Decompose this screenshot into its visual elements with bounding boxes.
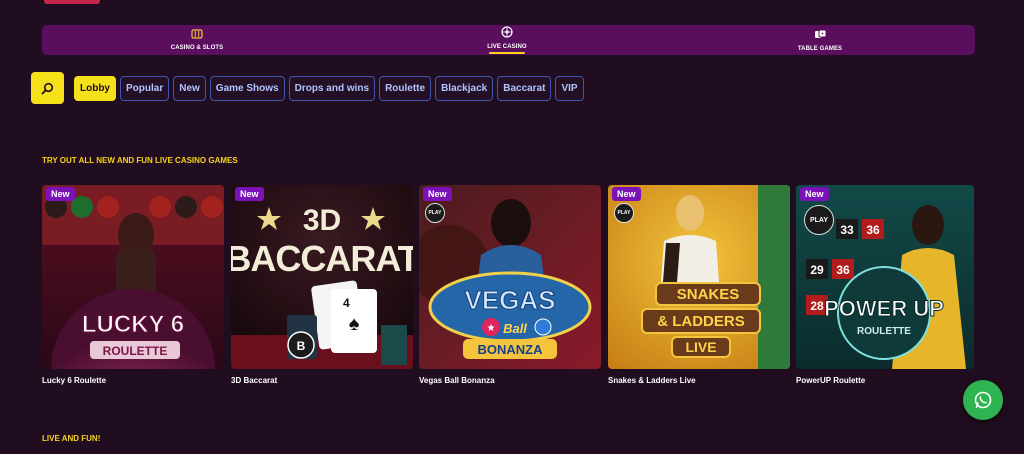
svg-text:POWER UP: POWER UP — [824, 296, 944, 321]
svg-text:BONANZA: BONANZA — [478, 342, 544, 357]
svg-text:36: 36 — [866, 223, 880, 237]
game-thumbnail: 3D BACCARAT 4 ♠ B — [231, 185, 413, 369]
game-card-snakes-ladders-live[interactable]: SNAKES & LADDERS LIVE New PLAY — [608, 185, 790, 369]
svg-text:Ball: Ball — [503, 321, 527, 336]
svg-text:4: 4 — [343, 296, 350, 310]
svg-text:29: 29 — [810, 263, 824, 277]
chip-drops-and-wins[interactable]: Drops and wins — [288, 75, 376, 101]
new-badge: New — [423, 187, 452, 201]
game-thumbnail: SNAKES & LADDERS LIVE — [608, 185, 790, 369]
brand-strip — [44, 0, 100, 4]
game-name[interactable]: Snakes & Ladders Live — [608, 376, 696, 385]
svg-text:LUCKY 6: LUCKY 6 — [82, 311, 184, 338]
section-title-live-and-fun: LIVE AND FUN! — [42, 434, 101, 443]
play-icon: PLAY — [425, 203, 445, 223]
svg-text:BACCARAT: BACCARAT — [231, 238, 413, 279]
section-title-new-games: TRY OUT ALL NEW AND FUN LIVE CASINO GAME… — [42, 156, 238, 165]
game-card-vegas-ball-bonanza[interactable]: VEGAS ★ Ball BONANZA New PLAY — [419, 185, 601, 369]
svg-text:♠: ♠ — [349, 313, 360, 335]
tab-label: LIVE CASINO — [487, 44, 526, 54]
chip-vip[interactable]: VIP — [555, 75, 584, 101]
play-icon: PLAY — [804, 205, 834, 235]
chip-roulette[interactable]: Roulette — [379, 75, 432, 101]
svg-text:VEGAS: VEGAS — [464, 285, 555, 315]
chip-new[interactable]: New — [173, 75, 206, 101]
chip-baccarat[interactable]: Baccarat — [497, 75, 552, 101]
tab-label: TABLE GAMES — [797, 45, 843, 52]
roulette-wheel-icon — [501, 26, 513, 41]
game-name[interactable]: Lucky 6 Roulette — [42, 376, 106, 385]
game-card-lucky-6-roulette[interactable]: LUCKY 6 ROULETTE New — [42, 185, 224, 369]
slot-machine-icon — [191, 29, 203, 42]
play-icon: PLAY — [614, 203, 634, 223]
main-navigation: CASINO & SLOTS LIVE CASINO TABLE GAMES — [42, 25, 975, 55]
new-badge: New — [612, 187, 641, 201]
dice-icon — [814, 29, 827, 43]
new-badge: New — [235, 187, 264, 201]
tab-live-casino[interactable]: LIVE CASINO — [462, 25, 552, 55]
chip-blackjack[interactable]: Blackjack — [435, 75, 494, 101]
tab-casino-slots[interactable]: CASINO & SLOTS — [152, 25, 242, 55]
svg-text:ROULETTE: ROULETTE — [103, 344, 168, 358]
search-button[interactable] — [31, 72, 64, 104]
svg-text:28: 28 — [810, 299, 824, 313]
new-badge: New — [46, 187, 75, 201]
whatsapp-icon — [974, 391, 992, 409]
svg-text:ROULETTE: ROULETTE — [857, 326, 911, 337]
game-thumbnail: LUCKY 6 ROULETTE — [42, 185, 224, 369]
chip-game-shows[interactable]: Game Shows — [209, 75, 285, 101]
new-badge: New — [800, 187, 829, 201]
svg-text:B: B — [297, 339, 306, 353]
tab-label: CASINO & SLOTS — [170, 45, 224, 51]
game-card-powerup-roulette[interactable]: 33 36 29 36 28 POWER UP ROULETTE New PLA… — [796, 185, 974, 369]
game-card-3d-baccarat[interactable]: 3D BACCARAT 4 ♠ B New — [231, 185, 413, 369]
game-name[interactable]: PowerUP Roulette — [796, 376, 865, 385]
svg-text:36: 36 — [836, 263, 850, 277]
game-thumbnail: VEGAS ★ Ball BONANZA — [419, 185, 601, 369]
whatsapp-chat-button[interactable] — [963, 380, 1003, 420]
chip-popular[interactable]: Popular — [120, 75, 170, 101]
game-name[interactable]: 3D Baccarat — [231, 376, 277, 385]
svg-text:SNAKES: SNAKES — [677, 286, 740, 303]
chip-lobby[interactable]: Lobby — [74, 75, 116, 101]
svg-text:★: ★ — [487, 323, 496, 334]
svg-text:LIVE: LIVE — [685, 339, 716, 355]
tab-table-games[interactable]: TABLE GAMES — [770, 25, 870, 55]
game-name[interactable]: Vegas Ball Bonanza — [419, 376, 495, 385]
svg-text:& LADDERS: & LADDERS — [657, 313, 745, 330]
search-icon — [41, 82, 54, 94]
svg-text:33: 33 — [840, 223, 854, 237]
svg-text:3D: 3D — [303, 204, 341, 237]
category-filter-bar: Lobby Popular New Game Shows Drops and w… — [31, 72, 584, 104]
